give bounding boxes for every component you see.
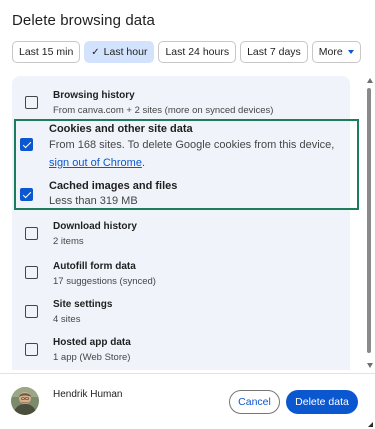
chip-label: Last 7 days [247, 46, 301, 58]
footer-divider [0, 373, 375, 374]
chip-label: Last hour [103, 46, 148, 58]
scroll-down-arrow-icon[interactable] [367, 363, 373, 368]
list-item-hosted-app-data[interactable]: Hosted app data 1 app (Web Store) [12, 328, 350, 370]
item-subtitle: 4 sites [53, 314, 81, 325]
item-title: Download history [53, 221, 137, 232]
chip-label: Last 15 min [19, 46, 74, 58]
dialog-title: Delete browsing data [12, 12, 155, 29]
chip-label: Last 24 hours [165, 46, 230, 58]
list-item-site-settings[interactable]: Site settings 4 sites [12, 290, 350, 328]
list-item-download-history[interactable]: Download history 2 items [12, 214, 350, 252]
checkbox-hosted-app-data[interactable] [25, 343, 38, 356]
delete-data-button[interactable]: Delete data [286, 390, 358, 414]
avatar-image [11, 387, 39, 415]
checkbox-download-history[interactable] [25, 227, 38, 240]
account-name: Hendrik Human [53, 389, 123, 400]
item-title: Hosted app data [53, 337, 131, 348]
item-title: Browsing history [53, 90, 135, 101]
chip-last-24-hours[interactable]: Last 24 hours [158, 41, 237, 63]
chip-last-hour[interactable]: ✓ Last hour [84, 41, 155, 63]
cancel-button[interactable]: Cancel [229, 390, 280, 414]
check-icon: ✓ [91, 46, 100, 58]
checkbox-browsing-history[interactable] [25, 96, 38, 109]
list-item-autofill[interactable]: Autofill form data 17 suggestions (synce… [12, 252, 350, 290]
scroll-up-arrow-icon[interactable] [367, 78, 373, 83]
chevron-down-icon [347, 50, 354, 54]
list-scrollbar[interactable] [364, 73, 374, 374]
highlight-annotation-box [14, 119, 359, 210]
chip-more-dropdown[interactable]: More [311, 41, 361, 63]
item-title: Autofill form data [53, 261, 136, 272]
item-subtitle: 17 suggestions (synced) [53, 276, 156, 287]
item-title: Site settings [53, 299, 113, 310]
time-range-chips: Last 15 min ✓ Last hour Last 24 hours La… [12, 41, 361, 63]
scroll-thumb[interactable] [367, 88, 371, 353]
item-subtitle: 1 app (Web Store) [53, 352, 131, 363]
delete-browsing-data-dialog: Delete browsing data Last 15 min ✓ Last … [0, 0, 375, 429]
avatar [11, 387, 39, 415]
item-subtitle: From canva.com + 2 sites (more on synced… [53, 105, 274, 116]
chip-label: More [318, 46, 343, 58]
item-subtitle: 2 items [53, 236, 84, 247]
list-item-browsing-history[interactable]: Browsing history From canva.com + 2 site… [12, 76, 350, 119]
checkbox-autofill[interactable] [25, 266, 38, 279]
chip-last-7-days[interactable]: Last 7 days [240, 41, 308, 63]
resize-handle-icon[interactable] [368, 422, 373, 427]
chip-last-15-min[interactable]: Last 15 min [12, 41, 81, 63]
checkbox-site-settings[interactable] [25, 305, 38, 318]
